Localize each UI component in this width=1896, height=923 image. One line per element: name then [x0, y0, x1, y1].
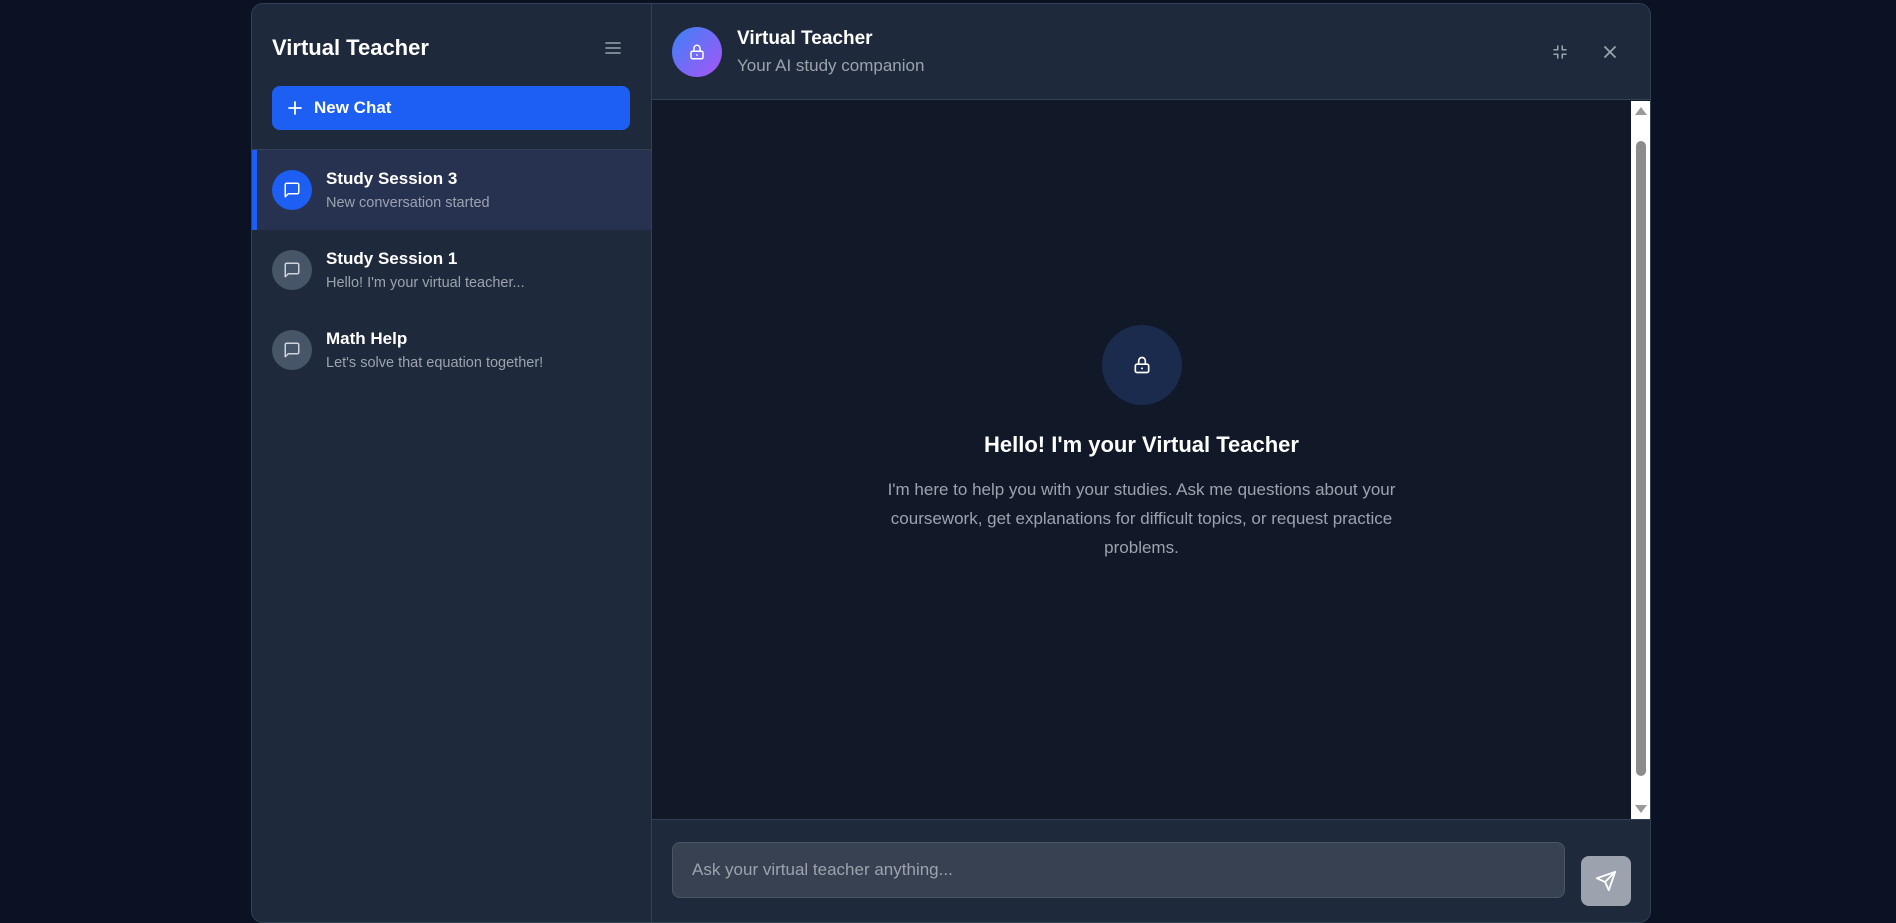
- chat-item-study-session-3[interactable]: Study Session 3 New conversation started: [252, 150, 651, 230]
- lock-icon: [1134, 356, 1149, 374]
- scroll-thumb[interactable]: [1636, 141, 1646, 776]
- scroll-up-arrow[interactable]: [1635, 107, 1647, 115]
- close-icon: [1604, 46, 1616, 58]
- minimize-button[interactable]: [1548, 40, 1572, 64]
- chat-item-math-help[interactable]: Math Help Let's solve that equation toge…: [252, 310, 651, 390]
- chat-title: Math Help: [326, 329, 408, 348]
- chat-avatar: [272, 250, 312, 290]
- chat-preview: New conversation started: [326, 195, 490, 211]
- message-area[interactable]: Hello! I'm your Virtual Teacher I'm here…: [652, 101, 1650, 819]
- chat-item-study-session-1[interactable]: Study Session 1 Hello! I'm your virtual …: [252, 230, 651, 310]
- sidebar-title: Virtual Teacher: [272, 35, 429, 60]
- chat-list: Study Session 3 New conversation started…: [252, 150, 651, 390]
- header-subtitle: Your AI study companion: [737, 55, 925, 75]
- sidebar: Virtual Teacher New Chat Study Session 3…: [252, 4, 652, 922]
- teacher-avatar: [672, 26, 722, 77]
- header-title: Virtual Teacher: [737, 27, 873, 49]
- chat-preview: Let's solve that equation together!: [326, 355, 544, 371]
- chat-title: Study Session 1: [326, 249, 458, 268]
- sidebar-header: Virtual Teacher New Chat: [252, 4, 651, 150]
- send-icon: [1595, 870, 1617, 892]
- composer: [652, 819, 1650, 922]
- chat-preview: Hello! I'm your virtual teacher...: [326, 275, 525, 291]
- message-input[interactable]: [672, 842, 1565, 898]
- app-window: Virtual Teacher New Chat Study Session 3…: [251, 3, 1651, 923]
- welcome-avatar: [1101, 325, 1182, 405]
- message-square-icon: [284, 182, 300, 198]
- message-square-icon: [284, 262, 300, 278]
- welcome-text: I'm here to help you with your studies. …: [887, 480, 1396, 557]
- minimize-icon: [1553, 45, 1567, 59]
- plus-icon: [288, 101, 302, 115]
- chat-avatar: [272, 330, 312, 370]
- lock-icon: [690, 44, 704, 59]
- chat-header: Virtual Teacher Your AI study companion: [652, 4, 1650, 100]
- send-button[interactable]: [1581, 856, 1631, 906]
- menu-icon: [605, 42, 621, 54]
- chat-panel: Virtual Teacher Your AI study companion: [652, 4, 1650, 922]
- chat-title: Study Session 3: [326, 169, 458, 188]
- welcome-title: Hello! I'm your Virtual Teacher: [984, 432, 1299, 457]
- scroll-down-arrow[interactable]: [1635, 805, 1647, 813]
- new-chat-label: New Chat: [314, 98, 392, 117]
- scrollbar[interactable]: [1631, 101, 1650, 819]
- new-chat-button[interactable]: New Chat: [272, 86, 630, 130]
- menu-button[interactable]: [599, 34, 627, 62]
- chat-avatar: [272, 170, 312, 210]
- welcome-message: Hello! I'm your Virtual Teacher I'm here…: [652, 325, 1631, 562]
- close-button[interactable]: [1598, 40, 1622, 64]
- message-square-icon: [284, 342, 300, 358]
